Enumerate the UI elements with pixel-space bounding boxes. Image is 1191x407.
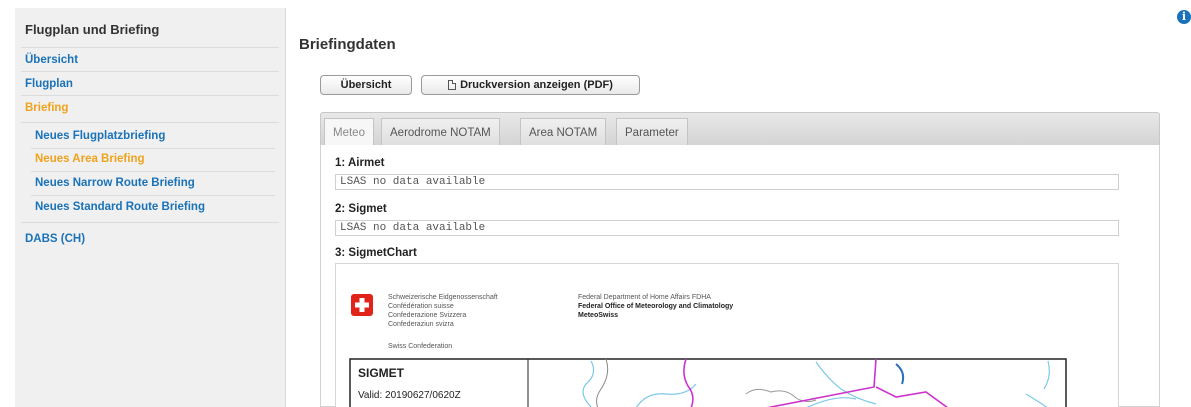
sidebar-item-uebersicht[interactable]: Übersicht	[25, 54, 78, 66]
print-pdf-button-label: Druckversion anzeigen (PDF)	[460, 79, 613, 91]
sidebar-item-flugplatzbriefing[interactable]: Neues Flugplatzbriefing	[35, 130, 165, 142]
tab-area-notam[interactable]: Area NOTAM	[520, 118, 607, 146]
overview-button-label: Übersicht	[340, 79, 392, 91]
divider	[21, 95, 279, 96]
document-icon	[448, 80, 457, 90]
sidebar-item-briefing[interactable]: Briefing	[25, 102, 68, 114]
sidebar-item-flugplan[interactable]: Flugplan	[25, 78, 73, 90]
header-left-line: Confédération suisse	[388, 303, 454, 310]
overview-button[interactable]: Übersicht	[320, 75, 412, 95]
divider	[31, 171, 275, 172]
tab-meteo[interactable]: Meteo	[324, 118, 374, 146]
header-right-line: Federal Office of Meteorology and Climat…	[578, 303, 733, 310]
print-pdf-button[interactable]: Druckversion anzeigen (PDF)	[421, 75, 640, 95]
divider	[31, 148, 275, 149]
sigmet-chart: Schweizerische Eidgenossenschaft Confédé…	[335, 263, 1119, 407]
sigmet-box-title: SIGMET	[358, 366, 405, 380]
sigmet-text: LSAS no data available	[335, 220, 1119, 236]
divider	[21, 71, 279, 72]
sidebar-item-narrow-route-briefing[interactable]: Neues Narrow Route Briefing	[35, 177, 195, 189]
info-icon[interactable]: i	[1177, 10, 1191, 24]
sidebar-item-area-briefing[interactable]: Neues Area Briefing	[35, 153, 145, 165]
header-left-line: Confederazione Svizzera	[388, 312, 466, 319]
sigmet-valid-time: Valid: 20190627/0620Z	[358, 390, 461, 401]
sidebar-item-dabs[interactable]: DABS (CH)	[25, 233, 85, 245]
divider	[31, 195, 275, 196]
sidebar: Flugplan und Briefing Übersicht Flugplan…	[15, 8, 286, 407]
airmet-heading: 1: Airmet	[335, 157, 385, 169]
page-title: Briefingdaten	[299, 36, 396, 53]
tab-label: Meteo	[333, 126, 365, 139]
header-left-line: Schweizerische Eidgenossenschaft	[388, 294, 498, 301]
meteo-panel: 1: Airmet LSAS no data available 2: Sigm…	[320, 145, 1160, 407]
airmet-text: LSAS no data available	[335, 174, 1119, 190]
tab-label: Area NOTAM	[529, 126, 598, 139]
sigmet-heading: 2: Sigmet	[335, 203, 387, 215]
tab-bar: Meteo Aerodrome NOTAM Area NOTAM Paramet…	[320, 112, 1160, 146]
sidebar-title: Flugplan und Briefing	[25, 22, 160, 37]
divider	[21, 222, 279, 223]
header-right-line: MeteoSwiss	[578, 312, 618, 319]
sidebar-item-standard-route-briefing[interactable]: Neues Standard Route Briefing	[35, 201, 205, 213]
swiss-confederation-label: Swiss Confederation	[388, 343, 452, 350]
header-left-line: Confederaziun svizra	[388, 321, 454, 328]
tab-label: Parameter	[625, 126, 679, 139]
tab-aerodrome-notam[interactable]: Aerodrome NOTAM	[381, 118, 500, 146]
divider	[21, 47, 279, 48]
divider	[21, 122, 279, 123]
tab-label: Aerodrome NOTAM	[390, 126, 491, 139]
sigmetchart-heading: 3: SigmetChart	[335, 247, 417, 259]
sigmet-chart-svg: Schweizerische Eidgenossenschaft Confédé…	[349, 294, 1067, 407]
swiss-cross-icon	[351, 294, 373, 316]
header-right-line: Federal Department of Home Affairs FDHA	[578, 294, 711, 301]
main-content: Briefingdaten Übersicht Druckversion anz…	[290, 0, 1191, 407]
tab-parameter[interactable]: Parameter	[616, 118, 688, 146]
